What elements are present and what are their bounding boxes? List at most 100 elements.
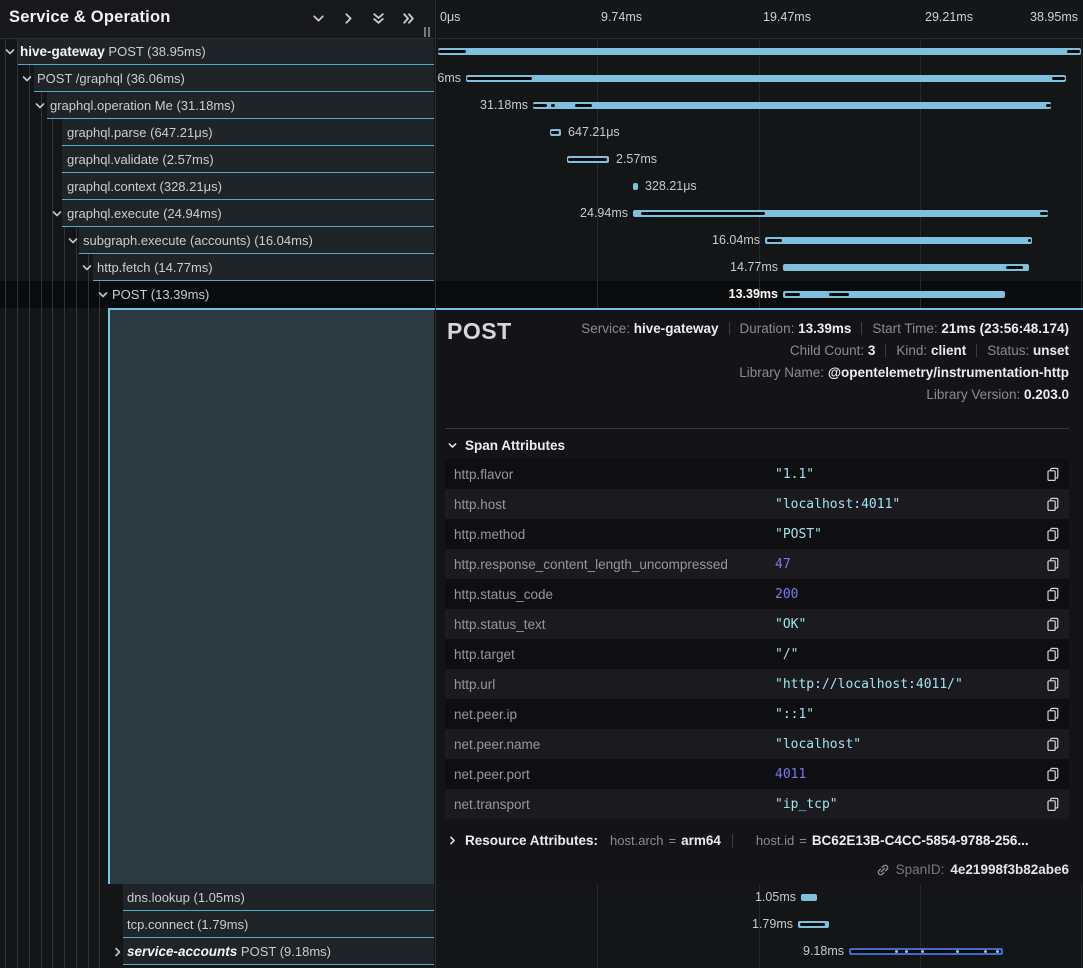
expand-collapse-toggle[interactable]	[97, 288, 109, 306]
link-icon[interactable]	[876, 863, 890, 877]
copy-attribute-button[interactable]	[1030, 497, 1069, 512]
span-tree-row[interactable]: graphql.context (328.21μs)	[0, 173, 434, 200]
span-tree-row[interactable]: graphql.execute (24.94ms)	[0, 200, 434, 227]
chevron-down-icon	[81, 262, 93, 274]
span-tree-row[interactable]: tcp.connect (1.79ms)	[0, 911, 434, 938]
span-tree-row[interactable]: dns.lookup (1.05ms)	[0, 884, 434, 911]
span-duration-bar[interactable]	[633, 183, 638, 190]
chevron-down-icon	[51, 208, 63, 220]
span-tree-row[interactable]: graphql.operation Me (31.18ms)	[0, 92, 434, 119]
attribute-key: http.status_text	[445, 617, 775, 632]
trace-viewer: Service & Operation 0μs9.74ms19.47ms29.2…	[0, 0, 1083, 968]
span-timeline-row[interactable]: 13.39ms	[437, 281, 1083, 308]
bar-child-marker	[641, 212, 765, 215]
span-duration-bar[interactable]	[783, 264, 1029, 271]
attribute-value: 200	[775, 587, 1030, 602]
span-timeline-row[interactable]: 16.04ms	[437, 227, 1083, 254]
copy-icon	[1046, 617, 1060, 632]
span-attributes-header[interactable]: Span Attributes	[447, 438, 565, 453]
copy-attribute-button[interactable]	[1030, 527, 1069, 542]
span-timeline-row[interactable]: 1.79ms	[437, 911, 1083, 938]
copy-attribute-button[interactable]	[1030, 587, 1069, 602]
span-timeline-row[interactable]: 14.77ms	[437, 254, 1083, 281]
copy-attribute-button[interactable]	[1030, 647, 1069, 662]
ruler-tick: 29.21ms	[925, 10, 973, 24]
span-timeline-row[interactable]: 31.18ms	[437, 92, 1083, 119]
span-duration-bar[interactable]	[466, 75, 1066, 82]
copy-attribute-button[interactable]	[1030, 617, 1069, 632]
span-tree-row[interactable]: http.fetch (14.77ms)	[0, 254, 434, 281]
attribute-value: "localhost:4011"	[775, 497, 1030, 512]
field-value: hive-gateway	[634, 321, 719, 336]
bar-child-marker	[1040, 212, 1048, 215]
copy-attribute-button[interactable]	[1030, 707, 1069, 722]
field-separator	[861, 322, 862, 335]
bar-child-marker	[551, 131, 559, 134]
copy-attribute-button[interactable]	[1030, 677, 1069, 692]
span-timeline-row[interactable]: 36.06ms	[437, 65, 1083, 92]
bar-child-marker	[1067, 50, 1080, 53]
span-duration-bar[interactable]	[783, 291, 1005, 298]
expand-collapse-toggle[interactable]	[4, 45, 16, 63]
field-label: Status:	[987, 343, 1033, 358]
span-duration-bar[interactable]	[801, 894, 817, 901]
chevron-down-icon[interactable]	[310, 10, 326, 26]
bar-child-marker	[568, 158, 607, 161]
copy-attribute-button[interactable]	[1030, 737, 1069, 752]
span-timeline-row[interactable]: 9.18ms	[437, 938, 1083, 965]
span-attributes-label: Span Attributes	[465, 438, 565, 453]
expand-collapse-toggle[interactable]	[21, 72, 33, 90]
panel-divider[interactable]	[435, 0, 436, 968]
attribute-value: 47	[775, 557, 1030, 572]
span-timeline-row[interactable]: 1.05ms	[437, 884, 1083, 911]
attribute-value: 4011	[775, 767, 1030, 782]
span-tree-row[interactable]: graphql.validate (2.57ms)	[0, 146, 434, 173]
field-value: @opentelemetry/instrumentation-http	[828, 365, 1069, 380]
double-chevron-right-icon[interactable]	[400, 10, 416, 26]
span-tree-row[interactable]: POST /graphql (36.06ms)	[0, 65, 434, 92]
chevron-right-icon[interactable]	[340, 10, 356, 26]
expand-collapse-toggle[interactable]	[112, 945, 124, 963]
copy-attribute-button[interactable]	[1030, 467, 1069, 482]
panel-resize-grip[interactable]	[424, 27, 430, 37]
attribute-value: "/"	[775, 647, 1030, 662]
copy-attribute-button[interactable]	[1030, 767, 1069, 782]
chevron-right-icon	[112, 946, 124, 958]
bar-child-marker	[1052, 77, 1065, 80]
span-timeline-row[interactable]: 24.94ms	[437, 200, 1083, 227]
span-tree-row[interactable]: service-accounts POST (9.18ms)	[0, 938, 434, 965]
span-timeline-row[interactable]	[437, 38, 1083, 65]
span-tree-row[interactable]: subgraph.execute (accounts) (16.04ms)	[0, 227, 434, 254]
chevron-down-icon	[67, 235, 79, 247]
expand-collapse-toggle[interactable]	[34, 99, 46, 117]
span-duration-bar[interactable]	[533, 102, 1051, 109]
service-name: service-accounts	[127, 944, 237, 959]
expand-collapse-toggle[interactable]	[51, 207, 63, 225]
span-timeline-row[interactable]: 647.21μs	[437, 119, 1083, 146]
span-tree-row[interactable]: graphql.parse (647.21μs)	[0, 119, 434, 146]
bar-child-marker	[767, 239, 782, 242]
expand-collapse-toggle[interactable]	[67, 234, 79, 252]
span-name-label: subgraph.execute (accounts) (16.04ms)	[83, 227, 313, 254]
span-timeline-row[interactable]: 2.57ms	[437, 146, 1083, 173]
copy-attribute-button[interactable]	[1030, 557, 1069, 572]
copy-icon	[1046, 767, 1060, 782]
span-name-label: tcp.connect (1.79ms)	[127, 911, 248, 938]
span-timeline-row[interactable]: 328.21μs	[437, 173, 1083, 200]
bar-child-marker	[1006, 266, 1023, 269]
detail-divider	[445, 428, 1069, 429]
span-name-label: graphql.operation Me (31.18ms)	[50, 92, 235, 119]
resource-attributes-row[interactable]: Resource Attributes: host.arch=arm64host…	[447, 833, 1029, 848]
span-tree-row[interactable]: hive-gateway POST (38.95ms)	[0, 38, 434, 65]
bar-child-marker	[575, 104, 592, 107]
copy-attribute-button[interactable]	[1030, 797, 1069, 812]
span-duration-bar[interactable]	[765, 237, 1032, 244]
span-tree-row[interactable]: POST (13.39ms)	[0, 281, 434, 308]
bar-child-marker	[551, 104, 555, 107]
expand-collapse-toggle[interactable]	[81, 261, 93, 279]
double-chevron-down-icon[interactable]	[370, 10, 386, 26]
resource-key: host.id	[756, 833, 794, 848]
span-duration-bar[interactable]	[438, 48, 1081, 55]
attribute-row: http.flavor"1.1"	[445, 459, 1069, 489]
copy-icon	[1046, 647, 1060, 662]
